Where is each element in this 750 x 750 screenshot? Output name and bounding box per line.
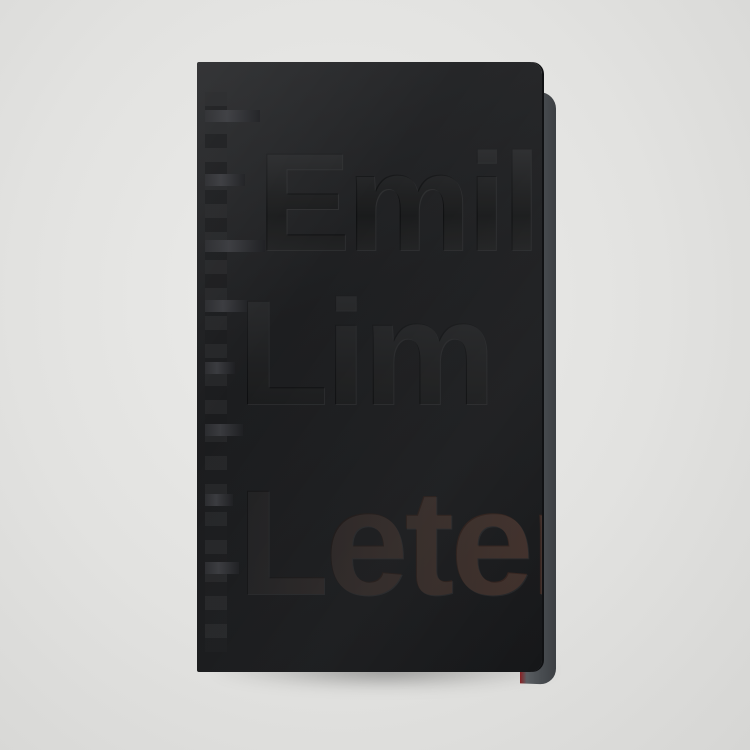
cover-stripe bbox=[205, 174, 245, 186]
product-photo: Emil Lim Leter bbox=[0, 0, 750, 750]
cover-stripe bbox=[205, 562, 239, 574]
notebook-cover: Emil Lim Leter bbox=[197, 62, 542, 672]
cover-word-3: Leter bbox=[237, 467, 542, 617]
cover-stripe bbox=[205, 362, 235, 374]
cover-stripe bbox=[205, 110, 260, 122]
cover-stripe bbox=[205, 240, 265, 252]
cover-word-1: Emil bbox=[257, 123, 541, 280]
cover-stripe bbox=[205, 494, 233, 506]
cover-word-2: Lim bbox=[237, 268, 496, 436]
